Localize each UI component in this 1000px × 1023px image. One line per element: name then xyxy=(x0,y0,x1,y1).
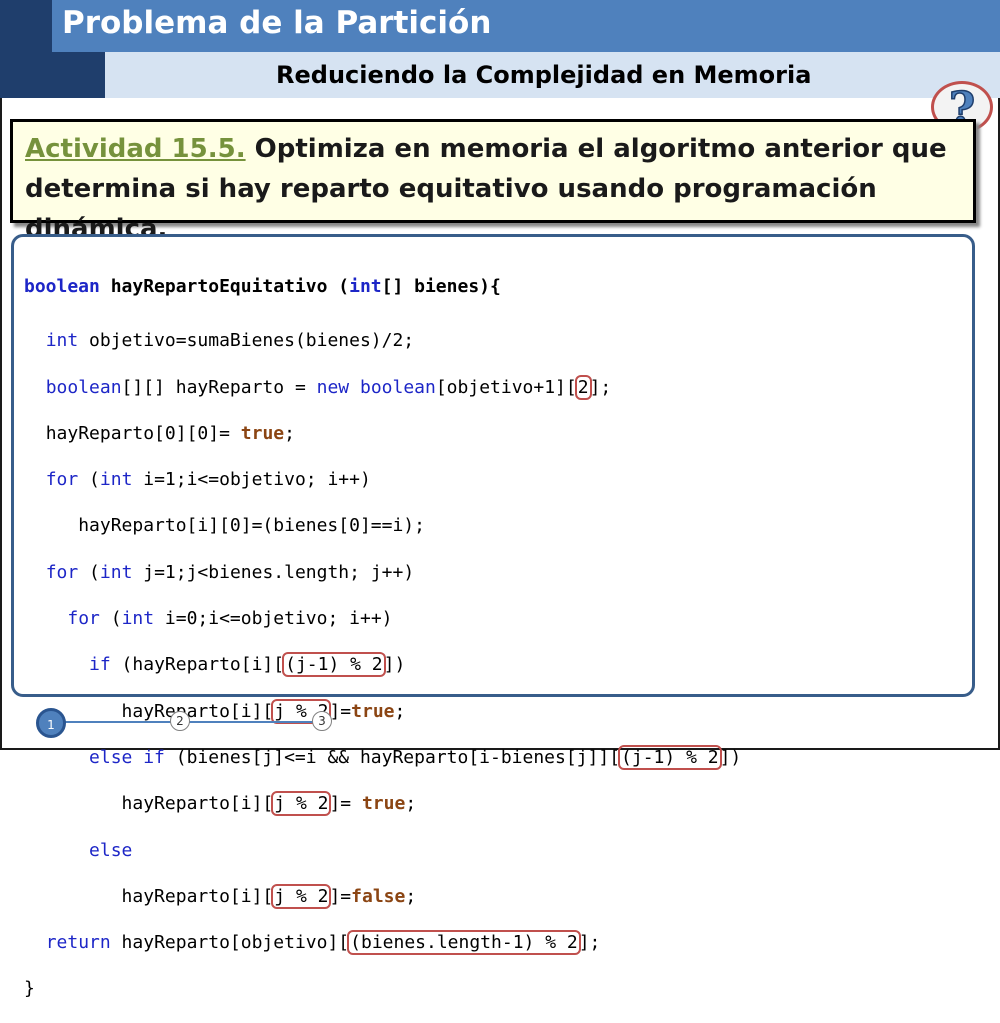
code-text: ; xyxy=(394,700,406,722)
code-line-7: for (int j=1;j<bienes.length; j++) xyxy=(24,560,741,585)
code-text: ; xyxy=(284,422,295,444)
highlight-box: j % 2 xyxy=(271,791,332,817)
activity-box: Actividad 15.5. Optimiza en memoria el a… xyxy=(10,119,976,244)
code-text: ]) xyxy=(383,654,406,676)
highlight-box: 2 xyxy=(574,374,592,400)
highlight-box: (j-1) % 2 xyxy=(618,744,722,770)
code-line-15: return hayReparto[objetivo][(bienes.leng… xyxy=(24,930,741,956)
header-accent-block xyxy=(0,0,52,52)
code-text: ]; xyxy=(589,376,612,398)
keyword: for xyxy=(67,608,100,630)
code-text: } xyxy=(24,978,35,1000)
code-line-12: hayReparto[i][j % 2]= true; xyxy=(24,791,741,817)
highlight-box: (j-1) % 2 xyxy=(282,652,386,678)
keyword: for xyxy=(45,469,79,491)
code-text: ; xyxy=(405,793,417,815)
code-line-16: } xyxy=(24,976,741,1001)
activity-label: Actividad 15.5. xyxy=(25,134,246,164)
keyword: boolean xyxy=(45,376,122,398)
keyword: if xyxy=(89,654,111,676)
code-text: ]= xyxy=(329,700,352,722)
keyword: else xyxy=(89,839,133,861)
literal: true xyxy=(361,793,406,815)
keyword: int xyxy=(45,330,79,352)
code-text: hayReparto[0][0]= xyxy=(45,422,241,444)
code-line-2: int objetivo=sumaBienes(bienes)/2; xyxy=(24,328,741,353)
code-text: hayReparto[i][ xyxy=(121,700,274,722)
code-text: hayReparto[i][0]=(bienes[0]==i); xyxy=(78,515,425,537)
subtitle-accent-block xyxy=(0,52,105,98)
code-text: ( xyxy=(78,561,100,583)
slide-subtitle: Reduciendo la Complejidad en Memoria xyxy=(276,61,812,89)
code-line-11: else if (bienes[j]<=i && hayReparto[i-bi… xyxy=(24,744,742,770)
code-text: ( xyxy=(78,469,100,491)
keyword: int xyxy=(99,561,133,583)
code-line-14: hayReparto[i][j % 2]=false; xyxy=(24,883,741,909)
code-text: i=1;i<=objetivo; i++) xyxy=(132,469,371,491)
keyword: int xyxy=(349,276,382,297)
method-params: [] bienes){ xyxy=(381,276,501,297)
keyword: boolean xyxy=(349,376,436,398)
code-line-4: hayReparto[0][0]= true; xyxy=(24,421,741,446)
page-dot-1[interactable]: 1 xyxy=(36,708,66,738)
literal: true xyxy=(240,422,285,444)
keyword: int xyxy=(99,469,133,491)
activity-text: Actividad 15.5. Optimiza en memoria el a… xyxy=(25,129,975,249)
code-line-1: boolean hayRepartoEquitativo (int[] bien… xyxy=(24,274,741,299)
code-text: (bienes[j]<=i && hayReparto[i-bienes[j]]… xyxy=(164,746,621,768)
literal: false xyxy=(351,885,406,907)
page-dot-2[interactable]: 2 xyxy=(170,711,190,731)
highlight-box: (bienes.length-1) % 2 xyxy=(347,930,581,956)
code-text: ]) xyxy=(719,746,742,768)
highlight-box: j % 2 xyxy=(271,883,332,909)
code-text: [][] hayReparto = xyxy=(121,376,317,398)
code-text: hayReparto[i][ xyxy=(121,885,274,907)
code-text: ( xyxy=(99,608,122,630)
code-line-5: for (int i=1;i<=objetivo; i++) xyxy=(24,467,741,492)
code-text: j=1;j<bienes.length; j++) xyxy=(132,561,415,583)
code-line-9: if (hayReparto[i][(j-1) % 2]) xyxy=(24,652,741,678)
code-text: ; xyxy=(405,885,417,907)
keyword: int xyxy=(121,608,155,630)
code-text: i=0;i<=objetivo; i++) xyxy=(154,608,393,630)
code-text: objetivo=sumaBienes(bienes)/2; xyxy=(78,330,415,352)
code-line-3: boolean[][] hayReparto = new boolean[obj… xyxy=(24,374,741,400)
code-text: hayReparto[i][ xyxy=(121,793,274,815)
code-text: ]= xyxy=(329,793,362,815)
code-text: (hayReparto[i][ xyxy=(110,654,285,676)
code-text: hayReparto[objetivo][ xyxy=(110,932,350,954)
code-line-13: else xyxy=(24,838,741,863)
literal: true xyxy=(351,700,395,722)
code-line-8: for (int i=0;i<=objetivo; i++) xyxy=(24,606,741,631)
keyword: new xyxy=(316,376,350,398)
keyword: else if xyxy=(89,746,165,768)
keyword: boolean xyxy=(24,276,100,297)
code-text: [objetivo+1][ xyxy=(435,376,577,398)
code-block: boolean hayRepartoEquitativo (int[] bien… xyxy=(24,253,741,1023)
method-signature: hayRepartoEquitativo ( xyxy=(99,276,350,297)
keyword: for xyxy=(45,561,79,583)
code-text: ]= xyxy=(329,885,352,907)
code-line-6: hayReparto[i][0]=(bienes[0]==i); xyxy=(24,513,741,538)
keyword: return xyxy=(45,932,111,954)
page-dot-3[interactable]: 3 xyxy=(312,711,332,731)
code-text: ]; xyxy=(578,932,601,954)
slide-title: Problema de la Partición xyxy=(62,5,492,41)
